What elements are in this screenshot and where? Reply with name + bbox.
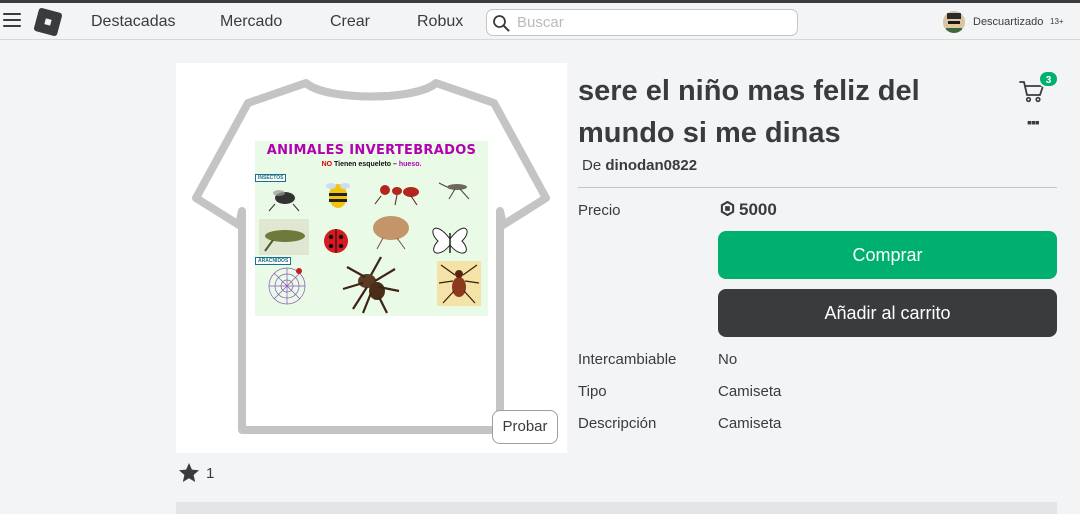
- cart-count-badge: 3: [1038, 70, 1059, 88]
- price-label: Precio: [578, 202, 621, 219]
- avatar[interactable]: [943, 11, 965, 33]
- price-value: 5000: [720, 200, 777, 220]
- section-divider-band: [176, 502, 1057, 514]
- username[interactable]: Descuartizado: [973, 16, 1043, 28]
- creator-line: De dinodan0822: [582, 157, 697, 174]
- try-on-button[interactable]: Probar: [492, 410, 558, 444]
- search-box[interactable]: [486, 9, 798, 36]
- more-options-icon[interactable]: ▪▪▪: [1027, 114, 1040, 130]
- detail-value-type: Camiseta: [718, 383, 782, 400]
- detail-label-type: Tipo: [578, 383, 607, 400]
- add-to-cart-button[interactable]: Añadir al carrito: [718, 289, 1057, 337]
- nav-robux[interactable]: Robux: [417, 13, 463, 31]
- robux-icon: [720, 200, 735, 217]
- roblox-logo[interactable]: [33, 7, 63, 37]
- favorite-count: 1: [206, 465, 215, 482]
- shirt-decal: ANIMALES INVERTEBRADOS NO Tienen esquele…: [255, 141, 488, 316]
- detail-value-tradable: No: [718, 351, 738, 368]
- buy-button[interactable]: Comprar: [718, 231, 1057, 279]
- detail-value-description: Camiseta: [718, 415, 782, 432]
- hamburger-menu-icon[interactable]: [3, 13, 21, 27]
- nav-mercado[interactable]: Mercado: [220, 13, 282, 31]
- nav-destacadas[interactable]: Destacadas: [91, 13, 176, 31]
- decal-animal-illustrations: [259, 182, 481, 314]
- detail-label-tradable: Intercambiable: [578, 351, 677, 368]
- item-thumbnail: ANIMALES INVERTEBRADOS NO Tienen esquele…: [176, 63, 567, 453]
- price-amount: 5000: [739, 200, 777, 219]
- search-icon: [493, 15, 510, 32]
- top-navigation-bar: Destacadas Mercado Crear Robux Descuarti…: [0, 0, 1080, 40]
- creator-prefix: De: [582, 157, 602, 174]
- star-icon[interactable]: [177, 461, 201, 485]
- nav-crear[interactable]: Crear: [330, 13, 370, 31]
- divider: [578, 187, 1057, 188]
- age-badge: 13+: [1050, 17, 1064, 26]
- detail-label-description: Descripción: [578, 415, 657, 432]
- item-title: sere el niño mas feliz del mundo si me d…: [578, 75, 920, 149]
- search-input[interactable]: [517, 13, 787, 32]
- creator-link[interactable]: dinodan0822: [605, 157, 697, 174]
